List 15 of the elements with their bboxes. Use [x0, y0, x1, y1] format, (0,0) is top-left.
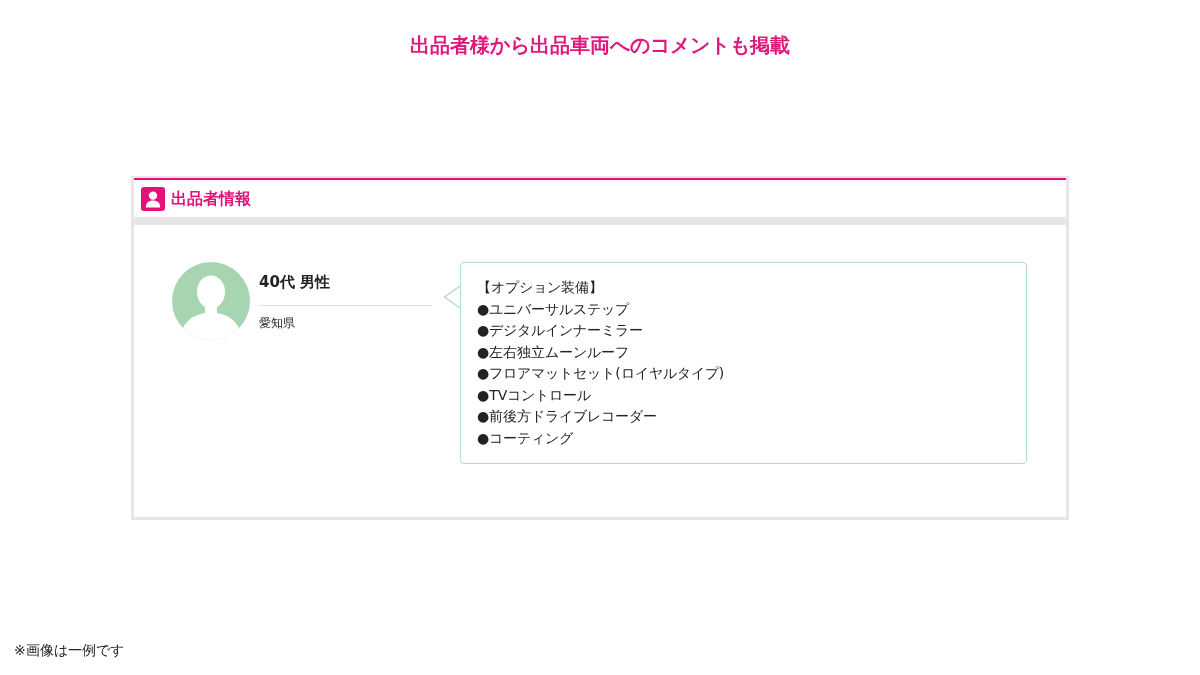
headline: 出品者様から出品車両へのコメントも掲載	[410, 32, 790, 59]
profile-location: 愛知県	[259, 315, 295, 331]
avatar-icon	[172, 262, 250, 340]
comment-line: ●前後方ドライブレコーダー	[477, 407, 658, 426]
comment-line: ●ユニバーサルステップ	[477, 299, 630, 319]
comment-line: ●左右独立ムーンルーフ	[477, 342, 630, 362]
comment-line: ●デジタルインナーミラー	[477, 321, 644, 340]
footnote: ※画像は一例です	[14, 641, 124, 660]
panel-title: 出品者情報	[171, 188, 251, 209]
profile-name: 40代 男性	[259, 272, 331, 292]
comment-line: ●フロアマットセット(ロイヤルタイプ)	[477, 364, 725, 383]
comment-line: ●コーティング	[477, 428, 574, 448]
comment-line: ●TVコントロール	[477, 385, 592, 405]
person-icon	[141, 186, 165, 211]
comment-line: 【オプション装備】	[477, 278, 603, 297]
